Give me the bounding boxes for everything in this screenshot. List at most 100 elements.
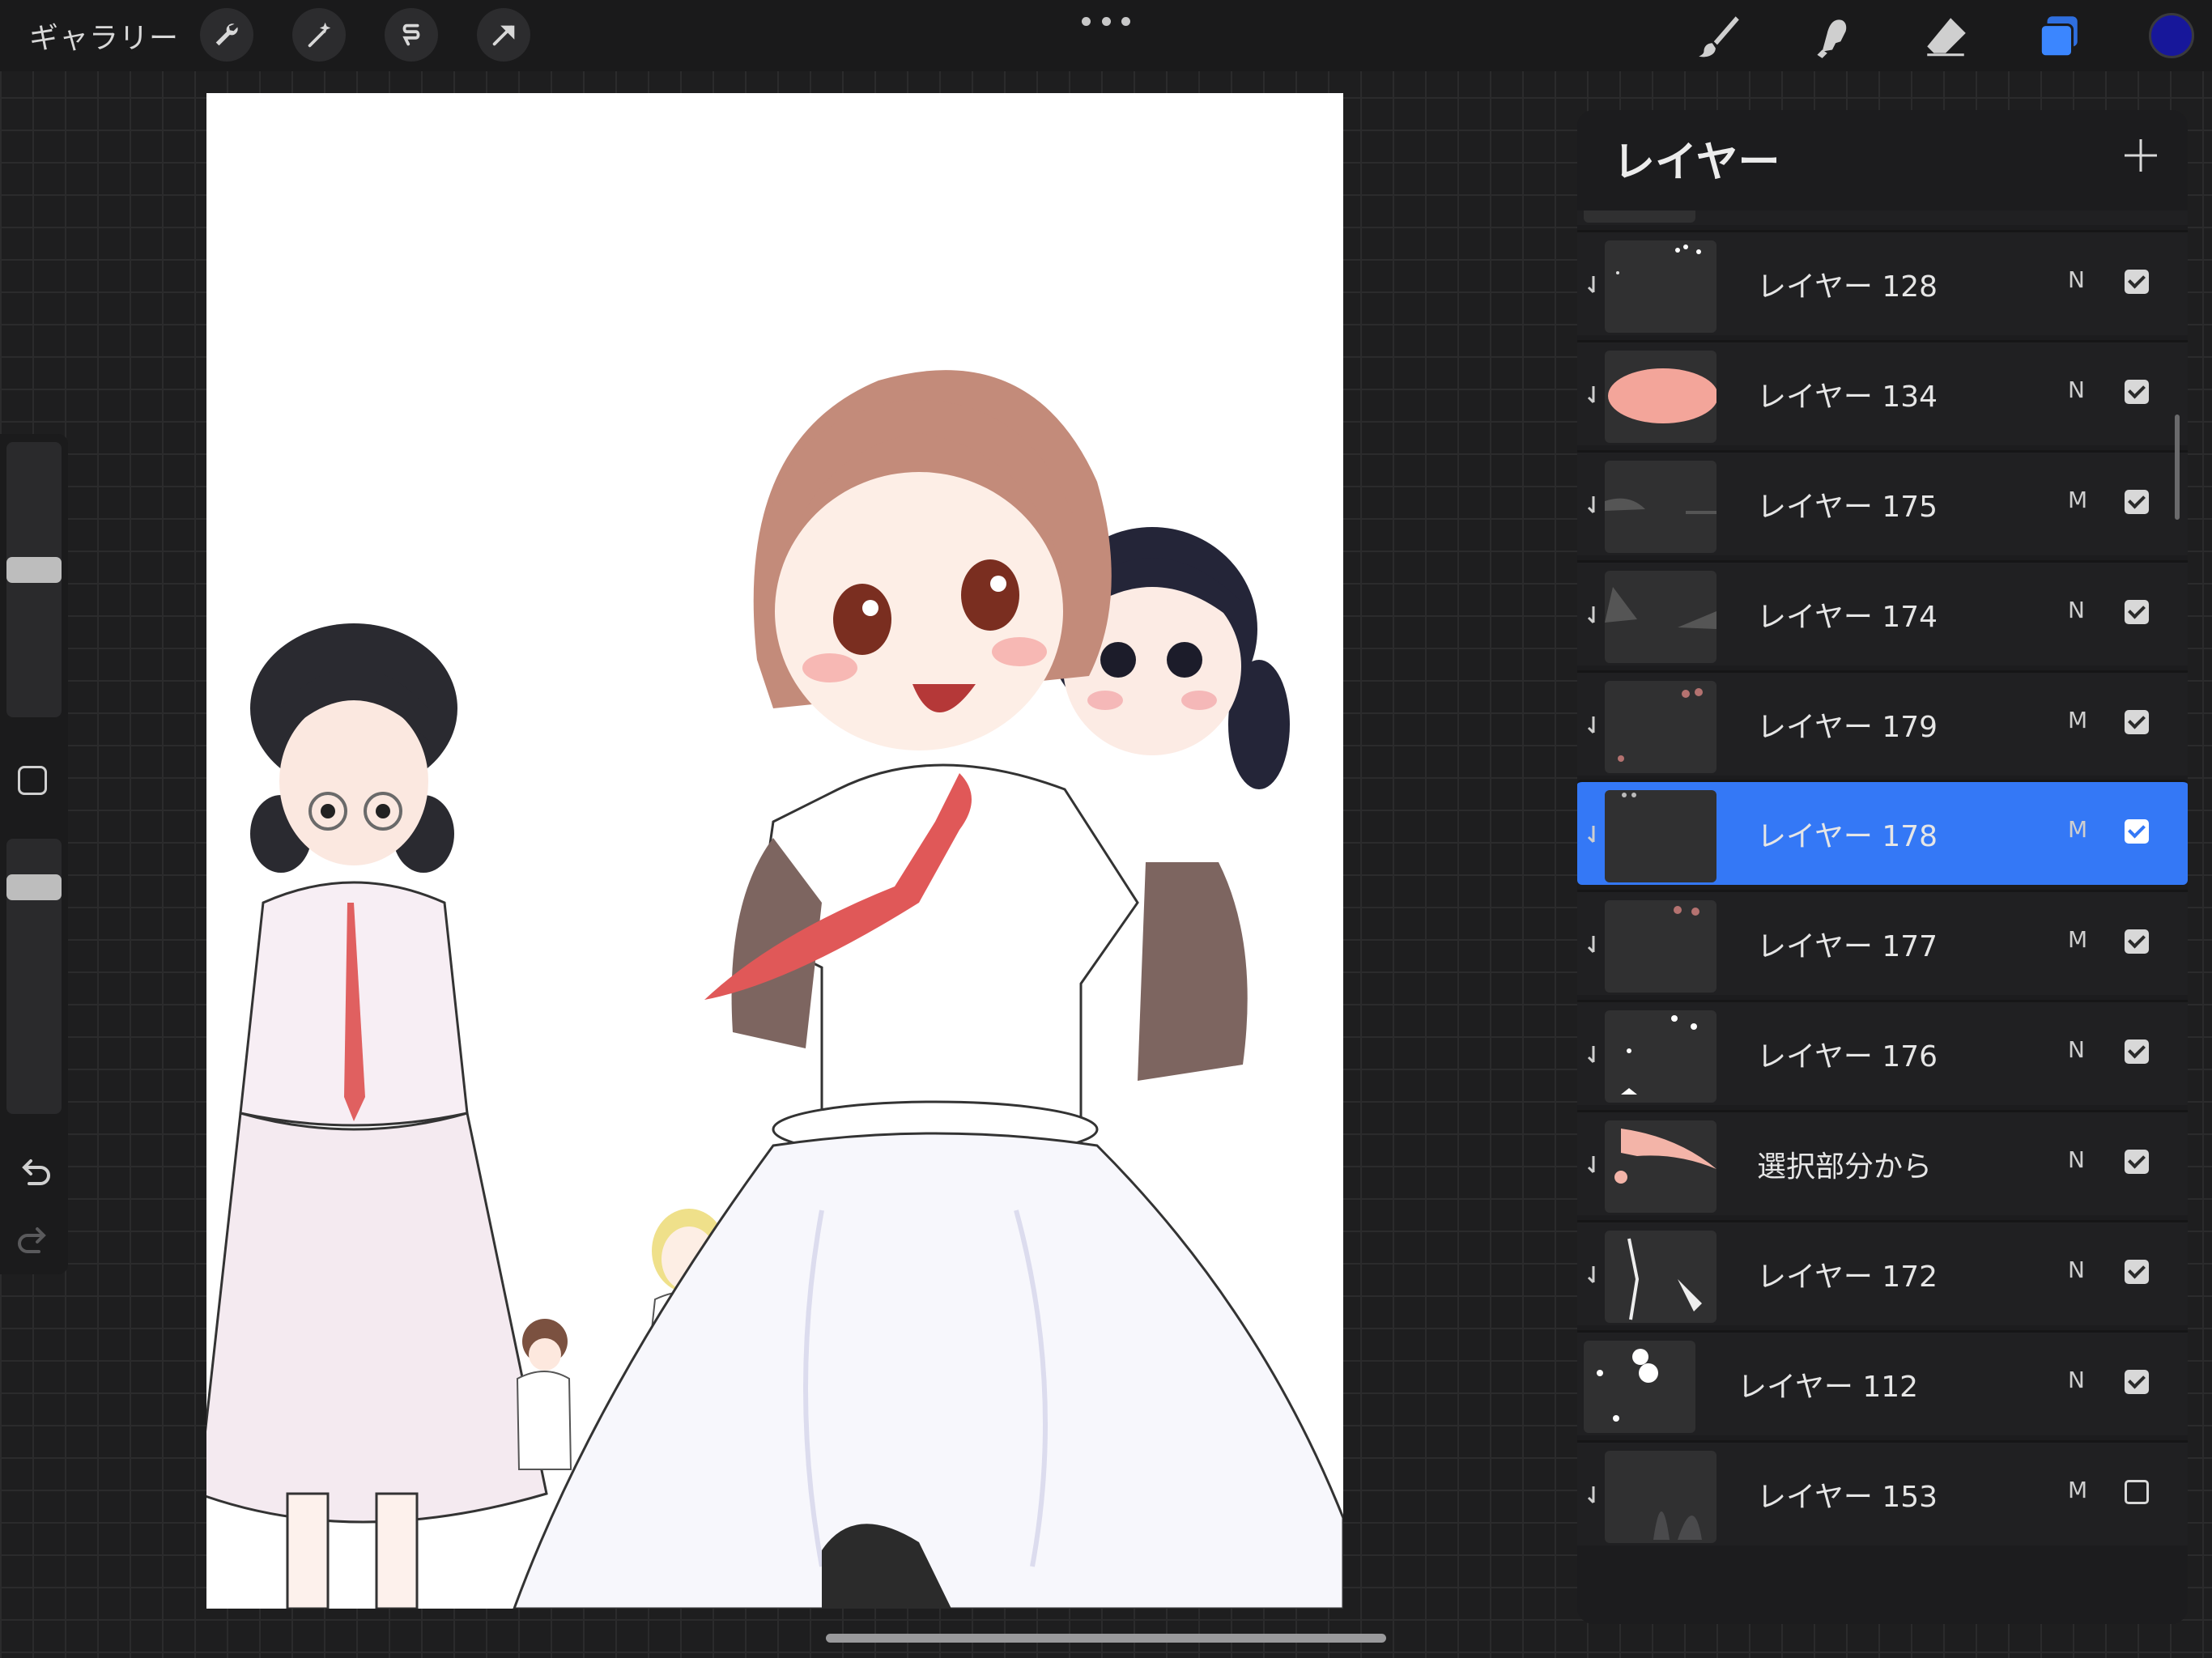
layer-blend-mode[interactable]: M — [2068, 707, 2087, 733]
layer-blend-mode[interactable]: N — [2068, 376, 2085, 403]
gallery-button[interactable]: ギャラリー — [29, 15, 179, 57]
selection-button[interactable] — [385, 8, 438, 62]
layer-thumbnail[interactable] — [1605, 571, 1716, 663]
layer-name: レイヤー 177 — [1757, 930, 1938, 963]
clipping-mask-icon — [1587, 1486, 1595, 1504]
home-indicator — [826, 1634, 1386, 1643]
opacity-thumb[interactable] — [6, 874, 62, 900]
layer-name: レイヤー 128 — [1757, 270, 1938, 304]
layer-visibility-checkbox[interactable] — [2125, 1039, 2149, 1064]
layer-row[interactable]: レイヤー 177 M — [1577, 890, 2188, 995]
layer-visibility-checkbox[interactable] — [2125, 600, 2149, 624]
layer-thumbnail[interactable] — [1605, 1231, 1716, 1323]
layer-row[interactable]: レイヤー 172 N — [1577, 1220, 2188, 1325]
layer-row[interactable]: レイヤー 112 N — [1577, 1330, 2188, 1435]
layer-thumbnail-art — [1618, 688, 1703, 762]
layer-blend-mode[interactable]: N — [2068, 266, 2085, 293]
layer-blend-mode[interactable]: M — [2068, 1477, 2087, 1503]
layers-panel: レイヤー レイヤー 129Nレイヤー 128Nレイヤー 134Nレイヤー 175… — [1577, 110, 2188, 1624]
layers-scrollbar[interactable] — [2175, 414, 2180, 520]
magic-wand-icon — [308, 22, 331, 48]
layer-thumbnail[interactable] — [1605, 681, 1716, 773]
layer-visibility-checkbox[interactable] — [2125, 270, 2149, 294]
layer-name: レイヤー 153 — [1757, 1481, 1938, 1514]
layer-thumbnail[interactable] — [1605, 1120, 1716, 1213]
transform-button[interactable] — [477, 8, 530, 62]
layer-thumbnail[interactable] — [1605, 351, 1716, 443]
clipping-mask-icon — [1587, 1156, 1595, 1174]
smudge-icon — [1817, 19, 1847, 58]
layer-blend-mode[interactable]: M — [2068, 816, 2087, 843]
layer-visibility-checkbox[interactable] — [2125, 1480, 2149, 1504]
clipping-mask-icon — [1587, 826, 1595, 844]
brush-icon — [1699, 16, 1739, 57]
layer-thumbnail[interactable] — [1605, 240, 1716, 333]
eraser-tool-button[interactable] — [1916, 6, 1976, 66]
layer-name: レイヤー 175 — [1757, 491, 1938, 524]
layer-thumbnail[interactable] — [1584, 1341, 1695, 1433]
layer-visibility-checkbox[interactable] — [2125, 929, 2149, 954]
layer-visibility-checkbox[interactable] — [2125, 490, 2149, 514]
clipping-mask-icon — [1587, 276, 1595, 294]
brush-tool-button[interactable] — [1689, 6, 1749, 66]
clipping-mask-icon — [1587, 606, 1595, 624]
more-options-button[interactable] — [1082, 6, 1130, 36]
layer-name: レイヤー 174 — [1757, 601, 1938, 634]
layer-thumbnail-art — [1621, 1015, 1697, 1095]
layer-row[interactable]: レイヤー 174 N — [1577, 560, 2188, 665]
layer-row[interactable]: レイヤー 128 N — [1577, 230, 2188, 335]
layer-thumbnail-art — [1653, 1511, 1702, 1540]
illustration — [206, 370, 1343, 1609]
layer-thumbnail-art — [1605, 498, 1716, 514]
layer-row[interactable]: レイヤー 176 N — [1577, 1000, 2188, 1105]
layer-blend-mode[interactable]: N — [2068, 1367, 2085, 1393]
layers-tool-button[interactable] — [2029, 6, 2089, 66]
layer-name: レイヤー 179 — [1757, 711, 1938, 744]
square-icon[interactable] — [18, 766, 47, 795]
layer-name: 選択部分から — [1757, 1150, 1933, 1184]
undo-icon[interactable] — [15, 1151, 53, 1190]
layer-blend-mode[interactable]: N — [2068, 1036, 2085, 1063]
layer-row[interactable]: レイヤー 178 M — [1577, 780, 2188, 885]
small-girl-figure — [516, 1319, 572, 1470]
clipping-mask-icon — [1587, 386, 1595, 404]
layer-visibility-checkbox[interactable] — [2125, 710, 2149, 734]
transform-arrow-icon — [492, 25, 515, 46]
layer-blend-mode[interactable]: N — [2068, 1256, 2085, 1283]
layer-thumbnail-art — [1605, 587, 1716, 629]
layer-visibility-checkbox[interactable] — [2125, 380, 2149, 404]
layer-blend-mode[interactable]: N — [2068, 597, 2085, 623]
actions-button[interactable] — [200, 8, 253, 62]
layer-visibility-checkbox[interactable] — [2125, 1370, 2149, 1394]
drawing-canvas[interactable] — [206, 93, 1343, 1609]
layer-visibility-checkbox[interactable] — [2125, 1150, 2149, 1174]
layer-thumbnail[interactable] — [1605, 1010, 1716, 1103]
layer-thumbnail[interactable] — [1605, 461, 1716, 553]
layer-name: レイヤー 112 — [1738, 1371, 1919, 1404]
clipping-mask-icon — [1587, 936, 1595, 954]
brush-size-thumb[interactable] — [6, 557, 62, 583]
layer-thumbnail[interactable] — [1605, 900, 1716, 993]
color-swatch[interactable] — [2149, 13, 2194, 58]
layer-row[interactable]: レイヤー 175 M — [1577, 450, 2188, 555]
wrench-icon — [215, 23, 238, 46]
layer-blend-mode[interactable]: M — [2068, 926, 2087, 953]
left-sidebar — [0, 434, 68, 1274]
layer-thumbnail[interactable] — [1605, 790, 1716, 882]
layer-visibility-checkbox[interactable] — [2125, 819, 2149, 844]
layer-row[interactable]: 選択部分から N — [1577, 1110, 2188, 1215]
layer-row[interactable]: レイヤー 179 M — [1577, 670, 2188, 776]
plus-icon[interactable] — [2116, 131, 2165, 180]
layer-name: レイヤー 176 — [1757, 1040, 1938, 1073]
layer-blend-mode[interactable]: N — [2068, 1146, 2085, 1173]
redo-icon[interactable] — [15, 1219, 53, 1258]
adjustments-button[interactable] — [292, 8, 346, 62]
layer-row[interactable]: レイヤー 153 M — [1577, 1440, 2188, 1545]
layer-blend-mode[interactable]: M — [2068, 487, 2087, 513]
layer-row[interactable]: レイヤー 134 N — [1577, 340, 2188, 445]
layer-thumbnail[interactable] — [1605, 1451, 1716, 1543]
layer-thumbnail-art — [1627, 1238, 1702, 1320]
layer-thumbnail-art — [1608, 368, 1716, 423]
layer-visibility-checkbox[interactable] — [2125, 1260, 2149, 1284]
smudge-tool-button[interactable] — [1802, 6, 1862, 66]
